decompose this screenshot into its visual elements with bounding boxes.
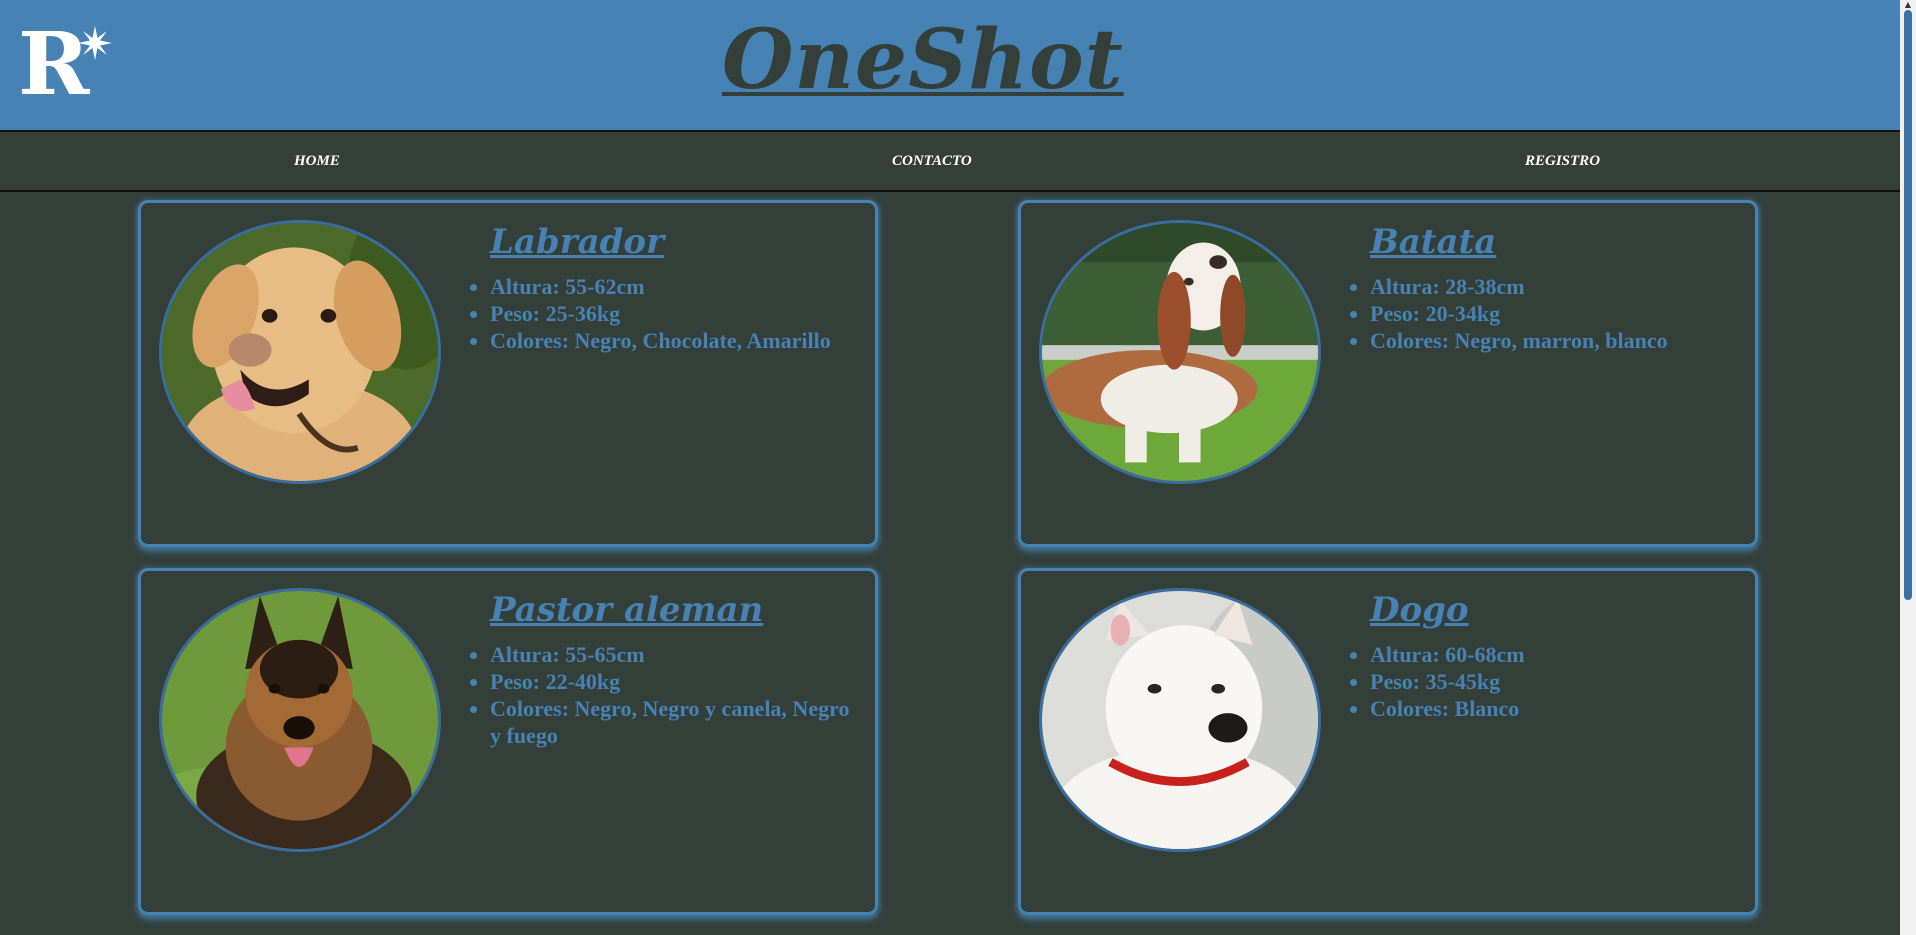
dog-details-list: Altura: 55-65cm Peso: 22-40kg Colores: N… (470, 641, 860, 749)
dog-details-list: Altura: 28-38cm Peso: 20-34kg Colores: N… (1350, 273, 1740, 354)
basset-hound-photo (1039, 220, 1321, 484)
nav-contacto-link[interactable]: CONTACTO (892, 132, 972, 190)
main-nav: HOME CONTACTO REGISTRO (0, 132, 1900, 192)
dog-card: Batata Altura: 28-38cm Peso: 20-34kg Col… (1018, 200, 1758, 547)
site-header: R OneShot (0, 0, 1900, 132)
dog-weight: Peso: 22-40kg (470, 668, 860, 695)
nav-home-link[interactable]: HOME (294, 132, 340, 190)
labrador-photo (159, 220, 441, 484)
dog-height: Altura: 55-62cm (470, 273, 860, 300)
dog-name[interactable]: Dogo (1370, 589, 1469, 631)
nav-registro-link[interactable]: REGISTRO (1525, 132, 1600, 190)
site-logo[interactable]: R (18, 22, 118, 112)
dog-weight: Peso: 20-34kg (1350, 300, 1740, 327)
dog-name[interactable]: Pastor aleman (490, 589, 763, 631)
dog-height: Altura: 55-65cm (470, 641, 860, 668)
vertical-scrollbar[interactable]: ▲ (1900, 0, 1916, 935)
site-title: OneShot (722, 12, 1124, 108)
dog-colors: Colores: Blanco (1350, 695, 1740, 722)
dog-weight: Peso: 35-45kg (1350, 668, 1740, 695)
dog-card: Labrador Altura: 55-62cm Peso: 25-36kg C… (138, 200, 878, 547)
dog-colors: Colores: Negro, Negro y canela, Negro y … (470, 695, 860, 749)
dog-details-list: Altura: 60-68cm Peso: 35-45kg Colores: B… (1350, 641, 1740, 722)
dog-name[interactable]: Batata (1370, 221, 1496, 263)
dog-card: Pastor aleman Altura: 55-65cm Peso: 22-4… (138, 568, 878, 915)
german-shepherd-photo (159, 588, 441, 852)
dogo-argentino-photo (1039, 588, 1321, 852)
scrollbar-thumb[interactable] (1904, 10, 1912, 600)
dog-colors: Colores: Negro, marron, blanco (1350, 327, 1740, 354)
dog-height: Altura: 60-68cm (1350, 641, 1740, 668)
dog-colors: Colores: Negro, Chocolate, Amarillo (470, 327, 860, 354)
dog-name[interactable]: Labrador (490, 221, 664, 263)
page: R OneShot HOME CONTACTO REGISTRO Labrado… (0, 0, 1916, 935)
dog-card: Dogo Altura: 60-68cm Peso: 35-45kg Color… (1018, 568, 1758, 915)
star-icon (78, 26, 112, 60)
dog-details-list: Altura: 55-62cm Peso: 25-36kg Colores: N… (470, 273, 860, 354)
dog-weight: Peso: 25-36kg (470, 300, 860, 327)
scroll-up-arrow-icon[interactable]: ▲ (1900, 0, 1916, 10)
dog-height: Altura: 28-38cm (1350, 273, 1740, 300)
